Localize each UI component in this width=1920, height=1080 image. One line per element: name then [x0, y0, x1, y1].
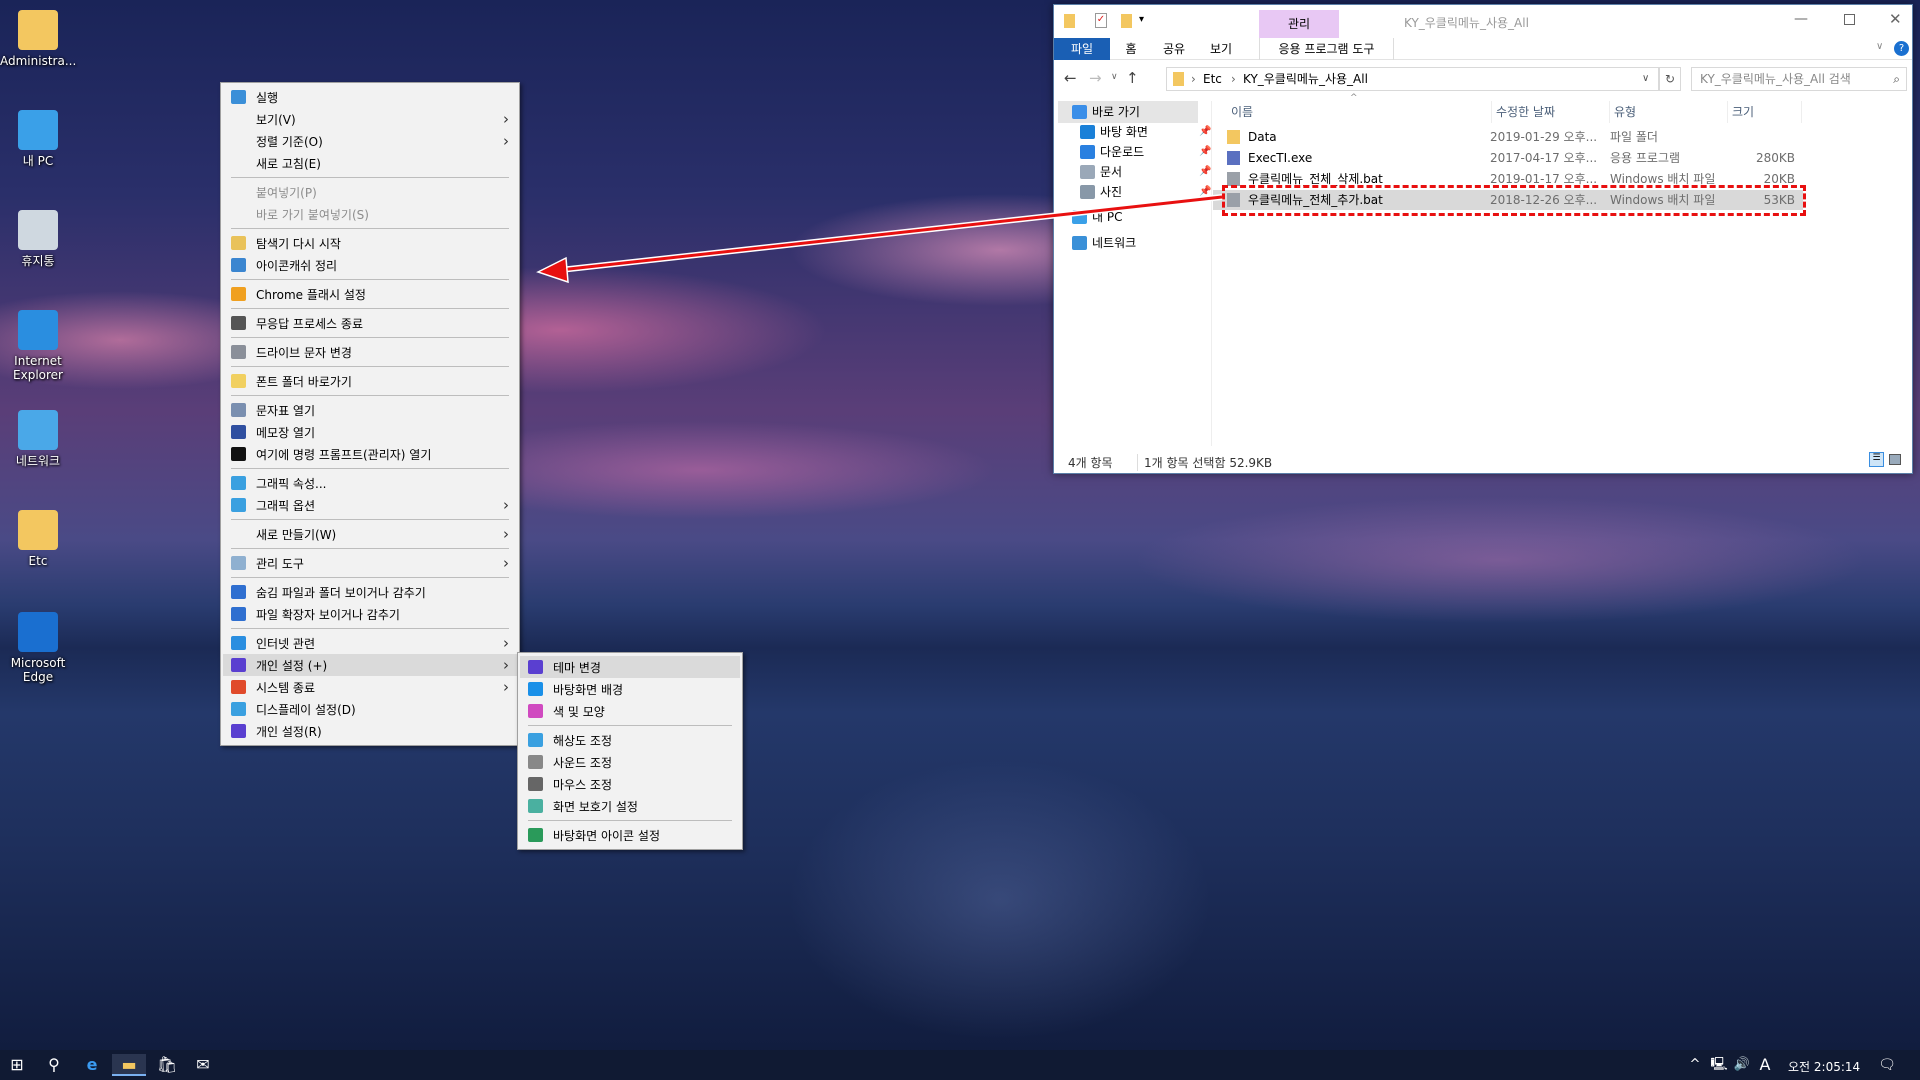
- volume-icon[interactable]: 🔊: [1731, 1054, 1753, 1076]
- annotation-arrow: [536, 194, 1223, 284]
- ime-indicator[interactable]: A: [1754, 1054, 1776, 1076]
- search-button[interactable]: ⚲: [43, 1054, 65, 1076]
- store-icon[interactable]: 🛍: [156, 1054, 178, 1076]
- mail-icon[interactable]: ✉: [192, 1054, 214, 1076]
- file-explorer-taskbar-icon[interactable]: ▬: [112, 1054, 146, 1076]
- taskbar: ⊞ ⚲ e ▬ 🛍 ✉ ^ 🖳 🔊 A 오전 2:05:14 🗨: [0, 1050, 1920, 1080]
- clock[interactable]: 오전 2:05:14: [1788, 1058, 1860, 1075]
- edge-icon[interactable]: e: [81, 1054, 103, 1076]
- notification-center-button[interactable]: 🗨: [1876, 1054, 1898, 1076]
- start-button[interactable]: ⊞: [6, 1054, 28, 1076]
- show-hidden-icons-button[interactable]: ^: [1684, 1054, 1706, 1076]
- network-icon[interactable]: 🖳: [1708, 1054, 1730, 1076]
